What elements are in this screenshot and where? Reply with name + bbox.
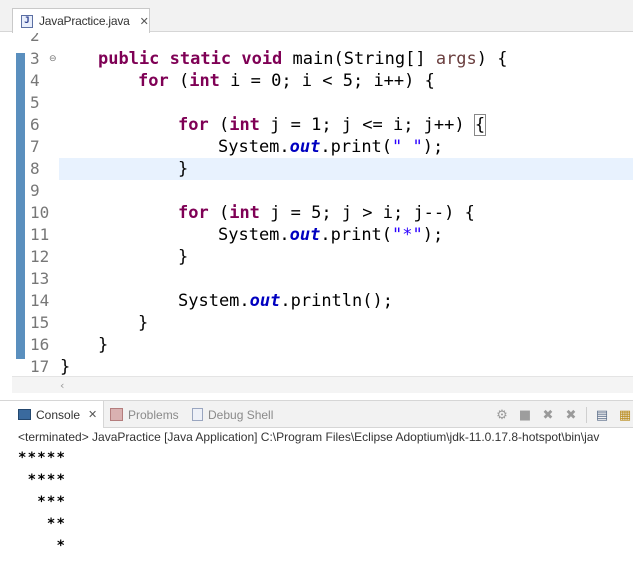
console-view-tabbar: Console ✕ Problems Debug Shell ⚙ ■ ✖ ✖ ▤…: [0, 400, 633, 428]
line-number: 12: [30, 247, 50, 266]
code-line-4: for (int i = 0; i < 5; i++) {: [138, 71, 435, 91]
open-console-icon[interactable]: ▦: [617, 407, 633, 423]
code-line-7: System.out.print(" ");: [218, 137, 444, 157]
code-line-14: System.out.println();: [178, 291, 393, 311]
code-line-16: }: [98, 335, 109, 355]
code-area[interactable]: public static void main(String[] args) {…: [60, 33, 633, 381]
console-icon: [18, 409, 31, 420]
line-number: 15: [30, 313, 50, 332]
line-number-gutter: 2 3 ⊖ 4 5 6 7 8 9 10 11 12 13 14 15 16 1…: [12, 33, 58, 381]
console-toolbar: ⚙ ■ ✖ ✖ ▤ ▦: [487, 405, 633, 425]
line-number: 2: [30, 33, 40, 45]
line-number: 7: [30, 137, 40, 156]
problems-icon: [110, 408, 123, 421]
tab-console[interactable]: Console ✕: [0, 401, 104, 428]
line-number: 6: [30, 115, 40, 134]
code-line-12: }: [178, 247, 189, 267]
console-output-line: **: [18, 516, 67, 532]
line-number: 11: [30, 225, 50, 244]
debug-shell-icon: [192, 408, 203, 421]
matching-bracket: {: [473, 114, 487, 136]
scope-indicator-bar: [16, 53, 25, 359]
horizontal-scrollbar[interactable]: ‹: [12, 376, 633, 393]
line-number: 10: [30, 203, 50, 222]
tab-problems-label: Problems: [128, 407, 179, 422]
tab-debug-shell[interactable]: Debug Shell: [190, 401, 273, 428]
line-number: 13: [30, 269, 50, 288]
fold-collapse-icon[interactable]: ⊖: [49, 48, 58, 70]
close-icon[interactable]: ✕: [88, 408, 97, 421]
tab-console-label: Console: [36, 407, 81, 422]
line-number: 4: [30, 71, 40, 90]
line-number: 17: [30, 357, 50, 376]
code-line-11: System.out.print("*");: [218, 225, 444, 245]
editor-tab-javapractice[interactable]: J JavaPractice.java ✕: [12, 8, 150, 33]
editor-tab-label: JavaPractice.java: [39, 14, 130, 28]
code-line-6: for (int j = 1; j <= i; j++) {: [178, 114, 487, 136]
pin-console-icon[interactable]: ▤: [594, 407, 610, 423]
tab-problems[interactable]: Problems: [108, 401, 179, 428]
line-number: 8: [30, 159, 40, 178]
remove-icon[interactable]: ✖: [540, 407, 556, 423]
line-number: 16: [30, 335, 50, 354]
remove-launch-icon[interactable]: ⚙: [494, 407, 510, 423]
java-file-icon: J: [21, 14, 33, 28]
line-number: 5: [30, 93, 40, 112]
line-number: 9: [30, 181, 40, 200]
close-icon[interactable]: ✕: [140, 16, 149, 27]
remove-all-icon[interactable]: ✖: [563, 407, 579, 423]
console-output-line: ***: [18, 494, 67, 510]
code-line-8: }: [178, 159, 189, 179]
code-line-15: }: [138, 313, 149, 333]
line-number: 14: [30, 291, 50, 310]
editor-tabbar: J JavaPractice.java ✕: [0, 0, 633, 33]
code-line-10: for (int j = 5; j > i; j--) {: [178, 203, 475, 223]
console-status: <terminated> JavaPractice [Java Applicat…: [18, 430, 600, 444]
console-output-line: *****: [18, 450, 67, 466]
terminate-icon[interactable]: ■: [517, 407, 533, 423]
code-editor[interactable]: 2 3 ⊖ 4 5 6 7 8 9 10 11 12 13 14 15 16 1…: [12, 33, 633, 381]
code-line-3: public static void main(String[] args) {: [98, 49, 508, 69]
console-output-line: ****: [18, 472, 67, 488]
toolbar-separator: [586, 407, 587, 423]
scroll-left-icon[interactable]: ‹: [60, 377, 64, 394]
tab-debug-shell-label: Debug Shell: [208, 407, 274, 422]
console-output-line: *: [18, 538, 67, 554]
console-output[interactable]: ***** **** *** ** *: [18, 447, 633, 587]
code-line-17: }: [60, 357, 71, 377]
